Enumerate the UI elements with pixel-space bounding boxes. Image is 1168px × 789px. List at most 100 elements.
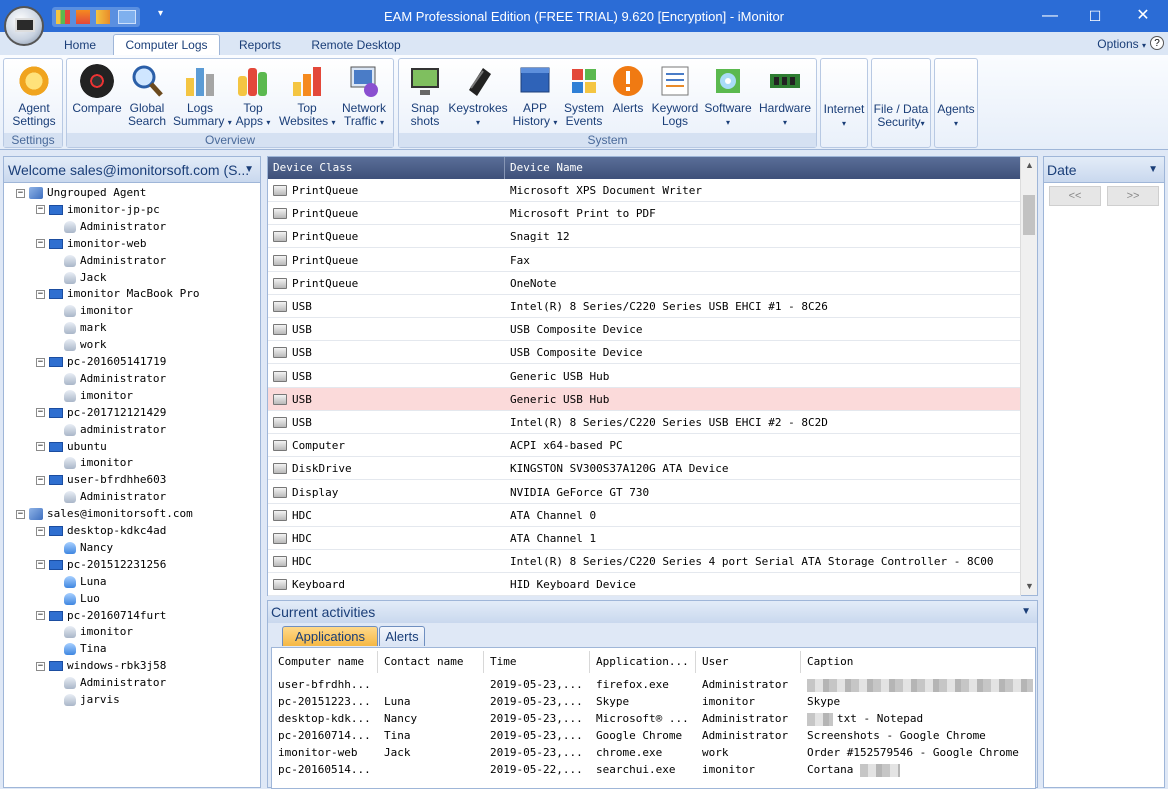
- column-computer-name[interactable]: Computer name: [272, 651, 378, 673]
- tree-user[interactable]: Nancy: [64, 540, 113, 556]
- tree-user[interactable]: Administrator: [64, 219, 166, 235]
- table-row[interactable]: PrintQueue OneNote: [268, 272, 1021, 295]
- prev-date-button[interactable]: <<: [1049, 186, 1101, 206]
- app-history-button[interactable]: APP History ▾: [509, 62, 561, 134]
- tree-user[interactable]: Administrator: [64, 675, 166, 691]
- table-row[interactable]: USB USB Composite Device: [268, 341, 1021, 365]
- list-item[interactable]: desktop-kdk... Nancy 2019-05-23,... Microso…: [272, 710, 1037, 727]
- snapshots-button[interactable]: Snap shots: [401, 62, 449, 134]
- table-row[interactable]: HDC ATA Channel 1: [268, 527, 1021, 550]
- table-row[interactable]: HDC ATA Channel 0: [268, 504, 1021, 527]
- list-item[interactable]: pc-20160514... 2019-05-22,... searchui.exe…: [272, 761, 1037, 778]
- table-row[interactable]: PrintQueue Microsoft Print to PDF: [268, 202, 1021, 226]
- collapse-icon[interactable]: −: [36, 611, 45, 620]
- welcome-header[interactable]: Welcome sales@imonitorsoft.com (S... ▼: [4, 157, 260, 183]
- column-device-class[interactable]: Device Class: [268, 157, 505, 179]
- table-row[interactable]: USB Generic USB Hub: [268, 365, 1021, 388]
- table-row[interactable]: USB Intel(R) 8 Series/C220 Series USB EHC…: [268, 295, 1021, 318]
- tree-user[interactable]: jarvis: [64, 692, 120, 708]
- global-search-button[interactable]: Global Search: [123, 62, 171, 134]
- collapse-icon[interactable]: −: [36, 526, 45, 536]
- tab-alerts[interactable]: Alerts: [379, 626, 425, 646]
- software-button[interactable]: Software ▾: [701, 62, 755, 134]
- tree-computer[interactable]: − windows-rbk3j58: [36, 658, 166, 674]
- list-item[interactable]: user-bfrdhh... 2019-05-23,... firefox.exe A…: [272, 676, 1037, 693]
- collapse-icon[interactable]: −: [36, 560, 45, 570]
- table-row[interactable]: PrintQueue Fax: [268, 249, 1021, 272]
- date-header[interactable]: Date ▼: [1044, 157, 1164, 183]
- tree-user[interactable]: Administrator: [64, 371, 166, 387]
- table-row[interactable]: DiskDrive KINGSTON SV300S37A120G ATA Devi…: [268, 457, 1021, 481]
- collapse-icon[interactable]: −: [36, 408, 45, 418]
- scroll-down-icon[interactable]: ▼: [1021, 578, 1038, 595]
- table-row[interactable]: Computer ACPI x64-based PC: [268, 434, 1021, 458]
- tree-computer[interactable]: − imonitor-jp-pc: [36, 202, 160, 218]
- column-caption[interactable]: Caption: [801, 651, 1035, 673]
- tree-computer[interactable]: − imonitor-web: [36, 236, 146, 252]
- collapse-icon[interactable]: −: [36, 239, 45, 249]
- tree-computer[interactable]: − pc-201512231256: [36, 557, 166, 573]
- tree-computer[interactable]: − pc-201605141719: [36, 354, 166, 370]
- tree-computer[interactable]: − desktop-kdkc4ad: [36, 523, 166, 539]
- system-events-button[interactable]: System Events: [561, 62, 607, 134]
- tree-user[interactable]: Luna: [64, 574, 107, 590]
- table-row[interactable]: PrintQueue Microsoft XPS Document Writer: [268, 179, 1021, 202]
- tree-user[interactable]: mark: [64, 320, 107, 336]
- column-device-name[interactable]: Device Name: [505, 157, 1021, 179]
- collapse-icon[interactable]: −: [36, 475, 45, 485]
- tree-computer[interactable]: − imonitor MacBook Pro: [36, 286, 199, 302]
- next-date-button[interactable]: >>: [1107, 186, 1159, 206]
- tab-computer-logs[interactable]: Computer Logs: [113, 34, 220, 56]
- tree-user[interactable]: Jack: [64, 270, 107, 286]
- tab-applications[interactable]: Applications: [282, 626, 378, 646]
- chevron-down-icon[interactable]: ▼: [244, 157, 254, 183]
- collapse-icon[interactable]: −: [16, 188, 25, 198]
- top-websites-button[interactable]: Top Websites ▾: [279, 62, 336, 134]
- tree-user[interactable]: imonitor: [64, 455, 133, 471]
- tree-user[interactable]: imonitor: [64, 303, 133, 319]
- column-time[interactable]: Time: [484, 651, 590, 673]
- app-logo-icon[interactable]: [4, 6, 44, 46]
- tree-computer[interactable]: − user-bfrdhhe603: [36, 472, 166, 488]
- tree-user[interactable]: imonitor: [64, 624, 133, 640]
- collapse-icon[interactable]: −: [36, 357, 45, 367]
- collapse-icon[interactable]: −: [36, 661, 45, 671]
- top-apps-button[interactable]: Top Apps ▾: [227, 62, 279, 134]
- tree-computer[interactable]: − ubuntu: [36, 439, 107, 455]
- minimize-button[interactable]: —: [1038, 4, 1062, 28]
- chevron-down-icon[interactable]: ▼: [1021, 601, 1031, 623]
- agent-settings-button[interactable]: Agent Settings: [6, 62, 62, 134]
- chevron-down-icon[interactable]: ▼: [1148, 157, 1158, 183]
- keyword-logs-button[interactable]: Keyword Logs: [649, 62, 701, 134]
- collapse-icon[interactable]: −: [36, 442, 45, 451]
- scroll-up-icon[interactable]: ▲: [1021, 157, 1038, 174]
- maximize-button[interactable]: ☐: [1083, 4, 1107, 28]
- tab-reports[interactable]: Reports: [226, 35, 294, 55]
- tree-user[interactable]: imonitor: [64, 388, 133, 404]
- collapse-icon[interactable]: −: [36, 289, 45, 299]
- tree-user[interactable]: Administrator: [64, 489, 166, 505]
- column-contact-name[interactable]: Contact name: [378, 651, 484, 673]
- table-row[interactable]: PrintQueue Snagit 12: [268, 225, 1021, 249]
- tree-computer[interactable]: − pc-201712121429: [36, 405, 166, 421]
- tree-user[interactable]: Administrator: [64, 253, 166, 269]
- tree-user[interactable]: Luo: [64, 591, 100, 607]
- logs-summary-button[interactable]: Logs Summary ▾: [173, 62, 232, 134]
- tree-user[interactable]: work: [64, 337, 107, 353]
- hardware-button[interactable]: Hardware ▾: [755, 62, 815, 134]
- tab-remote-desktop[interactable]: Remote Desktop: [300, 35, 412, 55]
- help-icon[interactable]: ?: [1150, 36, 1164, 50]
- close-button[interactable]: ✕: [1131, 4, 1155, 28]
- table-row[interactable]: USB Intel(R) 8 Series/C220 Series USB EHC…: [268, 411, 1021, 434]
- list-item[interactable]: pc-20151223... Luna 2019-05-23,... Skype imo…: [272, 693, 1037, 710]
- table-row[interactable]: Keyboard HID Keyboard Device: [268, 573, 1021, 597]
- tree-user[interactable]: administrator: [64, 422, 166, 438]
- column-application[interactable]: Application...: [590, 651, 696, 673]
- collapse-icon[interactable]: −: [36, 205, 45, 215]
- collapse-icon[interactable]: −: [16, 509, 25, 519]
- network-traffic-button[interactable]: Network Traffic ▾: [335, 62, 393, 134]
- tree-user[interactable]: Tina: [64, 641, 107, 657]
- table-row[interactable]: Display NVIDIA GeForce GT 730: [268, 481, 1021, 504]
- tree-computer[interactable]: − pc-20160714furt: [36, 608, 166, 624]
- keystrokes-button[interactable]: Keystrokes ▾: [447, 62, 509, 134]
